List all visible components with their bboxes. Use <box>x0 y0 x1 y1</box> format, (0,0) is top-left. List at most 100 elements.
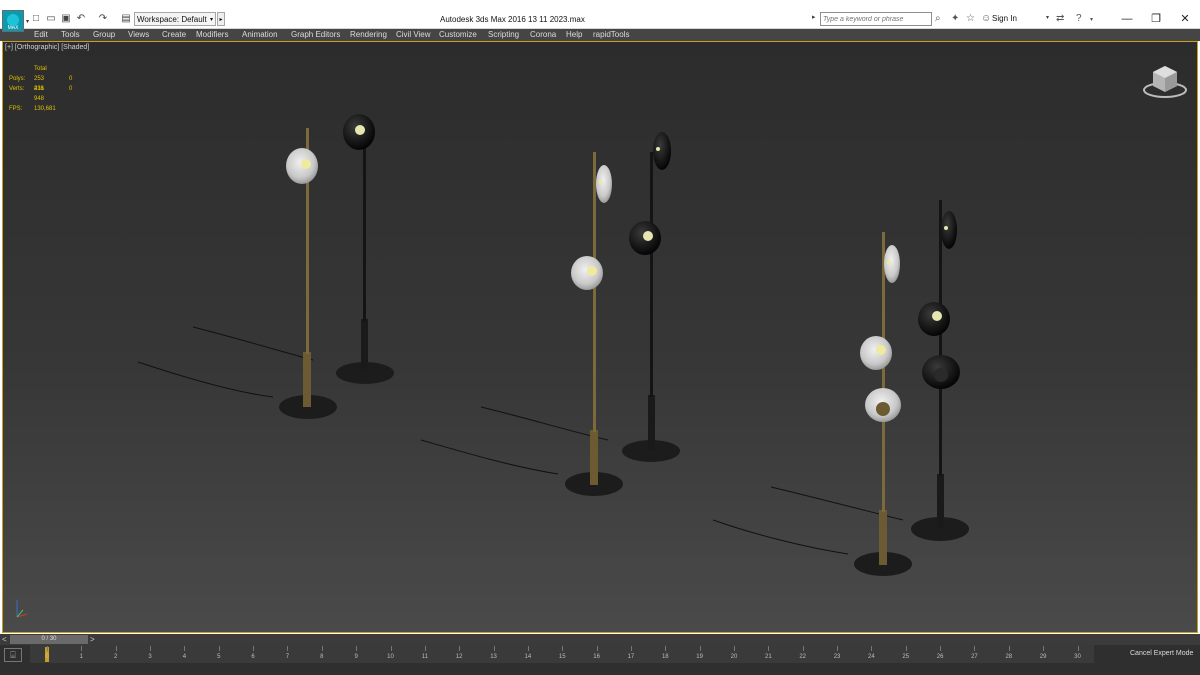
menu-modifiers[interactable]: Modifiers <box>196 29 228 41</box>
verts-label: Verts: <box>9 86 25 92</box>
timeline-tick-label: 17 <box>627 654 635 660</box>
viewport-orthographic[interactable]: [+] [Orthographic] [Shaded] Total Polys:… <box>2 41 1198 633</box>
lamp-bulb <box>355 125 365 135</box>
app-logo-icon <box>7 14 19 26</box>
lamp-stem <box>361 319 368 371</box>
save-icon[interactable]: ▣ <box>60 13 72 25</box>
menu-edit[interactable]: Edit <box>34 29 48 41</box>
workspace-dropdown[interactable]: Workspace: Default ▾ <box>134 12 216 26</box>
lamp-shade-white[interactable] <box>884 245 900 283</box>
menu-animation[interactable]: Animation <box>242 29 278 41</box>
timeline-tick-label: 18 <box>661 654 669 660</box>
menu-group[interactable]: Group <box>93 29 115 41</box>
timeline-tick <box>940 646 942 651</box>
lamp-pole <box>882 232 885 512</box>
timeline-ruler[interactable]: 0 1 2 3 4 5 6 7 8 9 10 11 12 13 14 15 16 17 18 19 20 21 22 23 24… <box>30 645 1094 663</box>
menu-graph-editors[interactable]: Graph Editors <box>291 29 340 41</box>
sign-in-button[interactable]: Sign In <box>992 14 1017 23</box>
lamp-pole <box>939 200 942 476</box>
timeline-tick-label: 11 <box>421 654 428 660</box>
open-folder-icon[interactable]: ▭ <box>45 13 57 25</box>
lamp-stem <box>590 430 598 485</box>
timeline-tick-label: 5 <box>217 654 221 660</box>
timeline-tick <box>802 646 804 651</box>
lamp-shade-white[interactable] <box>571 256 603 290</box>
favorites-icon[interactable]: ☆ <box>966 13 975 24</box>
time-slider[interactable]: < 0 / 30 > <box>0 634 1200 645</box>
lamp-stem <box>303 352 311 407</box>
viewport-label[interactable]: [+] [Orthographic] [Shaded] <box>5 44 89 51</box>
menu-rapidtools[interactable]: rapidTools <box>593 29 629 41</box>
timeline-tick <box>630 646 632 651</box>
search-input[interactable] <box>820 12 932 26</box>
timeline-tick-label: 4 <box>182 654 187 660</box>
lamp-shade-black[interactable] <box>941 211 957 249</box>
time-slider-thumb[interactable]: 0 / 30 <box>10 635 88 644</box>
polys-label: Polys: <box>9 76 26 82</box>
cable <box>192 326 314 361</box>
lamp-bulb <box>301 159 311 169</box>
undo-icon[interactable]: ↶ <box>75 13 87 25</box>
restore-button[interactable]: ❐ <box>1141 10 1171 28</box>
chevron-down-icon[interactable]: ▾ <box>26 18 29 25</box>
exchange-icon[interactable]: ⇄ <box>1056 13 1064 24</box>
timeline-tick <box>459 646 461 651</box>
minimize-button[interactable]: — <box>1112 10 1142 28</box>
timeline-tick-label: 8 <box>320 654 324 660</box>
lamp-stem <box>937 474 944 529</box>
menu-views[interactable]: Views <box>128 29 149 41</box>
time-next-button[interactable]: > <box>90 635 95 644</box>
timeline-tick <box>390 646 392 651</box>
lamp-shade-white[interactable] <box>596 165 612 203</box>
window-title: Autodesk 3ds Max 2016 13 11 2023.max <box>440 15 585 24</box>
cable <box>420 439 559 475</box>
lamp-bulb <box>643 231 653 241</box>
redo-icon[interactable]: ↷ <box>97 13 109 25</box>
menu-tools[interactable]: Tools <box>61 29 80 41</box>
chevron-down-icon[interactable]: ▾ <box>1046 14 1049 21</box>
workspace-label: Workspace: Default <box>137 15 207 24</box>
cable <box>480 406 609 441</box>
star-icon[interactable]: ✦ <box>951 13 959 24</box>
close-button[interactable]: ✕ <box>1170 10 1200 28</box>
menu-customize[interactable]: Customize <box>439 29 477 41</box>
project-folder-icon[interactable]: ▤ <box>120 13 132 25</box>
timeline-tick-label: 29 <box>1039 654 1047 660</box>
timeline-tick <box>356 646 358 651</box>
fps-value: 130,681 <box>34 106 56 112</box>
title-bar: MAX ▾ □ ▭ ▣ ↶ ↷ ▤ Workspace: Default ▾ ▸ … <box>0 0 1200 32</box>
lamp-shade-black[interactable] <box>653 132 671 170</box>
timeline-tick <box>150 646 152 651</box>
viewcube-icon[interactable] <box>1143 66 1187 98</box>
help-icon[interactable]: ? <box>1076 13 1082 24</box>
new-file-icon[interactable]: □ <box>30 13 42 25</box>
key-filter-icon[interactable]: ⌸ <box>4 648 22 662</box>
timeline-tick <box>699 646 701 651</box>
menu-create[interactable]: Create <box>162 29 186 41</box>
menu-bar: Edit Tools Group Views Create Modifiers … <box>0 29 1200 41</box>
timeline-tick-label: 12 <box>455 654 463 660</box>
timeline-tick-label: 28 <box>1005 654 1013 660</box>
menu-civil-view[interactable]: Civil View <box>396 29 431 41</box>
lamp-pole <box>593 152 596 432</box>
search-expand-icon[interactable]: ▸ <box>812 13 816 21</box>
cable <box>712 519 849 555</box>
cancel-expert-mode-button[interactable]: Cancel Expert Mode <box>1130 645 1193 663</box>
workspace-expand-button[interactable]: ▸ <box>217 12 225 26</box>
time-prev-button[interactable]: < <box>2 635 7 644</box>
lamp-bulb-off <box>876 402 890 416</box>
lamp-shade-white[interactable] <box>860 336 892 370</box>
timeline-tick-label: 3 <box>148 654 152 660</box>
menu-help[interactable]: Help <box>566 29 582 41</box>
app-logo-button[interactable]: MAX <box>2 10 24 32</box>
menu-rendering[interactable]: Rendering <box>350 29 387 41</box>
user-icon[interactable]: ☺ <box>981 13 991 24</box>
chevron-down-icon[interactable]: ▾ <box>1090 16 1093 23</box>
track-bar: ⌸ 0 1 2 3 4 5 6 7 8 9 10 11 12 13 14 15 16 17 18 19 20 21 22 23… <box>0 645 1200 675</box>
binoculars-icon[interactable]: ⌕ <box>935 13 941 24</box>
timeline-tick-label: 14 <box>524 654 532 660</box>
menu-corona[interactable]: Corona <box>530 29 556 41</box>
menu-scripting[interactable]: Scripting <box>488 29 519 41</box>
timeline-tick <box>837 646 839 651</box>
timeline-tick <box>1043 646 1045 651</box>
